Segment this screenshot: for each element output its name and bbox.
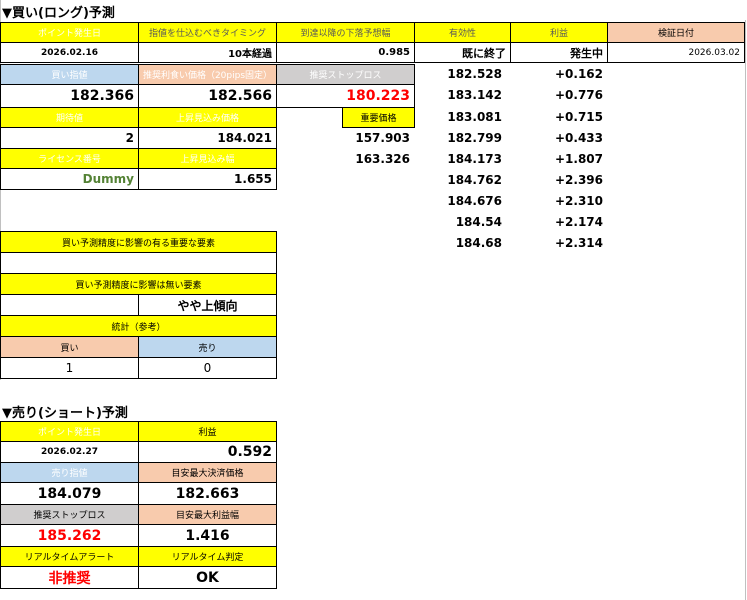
long-timing-label: 指値を仕込むべきタイミング: [138, 22, 277, 43]
short-judge-label: リアルタイム判定: [138, 546, 277, 567]
long-important-price-1: 157.903: [355, 131, 410, 145]
long-expected-label: 期待値: [0, 107, 139, 128]
long-important-price-2: 163.326: [355, 152, 410, 166]
verify-profit-8: +2.174: [554, 215, 603, 229]
long-after-reach-label: 到達以降の下落予想幅: [276, 22, 415, 43]
short-section-title: ▼売り(ショート)予測: [2, 406, 128, 421]
short-point-date-label: ポイント発生日: [0, 421, 139, 442]
short-alert: 非推奨: [0, 566, 139, 589]
long-rec-take-profit: 182.566: [138, 84, 277, 108]
long-timing: 10本経過: [138, 42, 277, 63]
short-alert-label: リアルタイムアラート: [0, 546, 139, 567]
verify-profit-5: +1.807: [554, 152, 603, 166]
verify-price-4: 182.799: [447, 131, 502, 145]
long-license-label: ライセンス番号: [0, 148, 139, 169]
short-profit: 0.592: [138, 441, 277, 463]
verify-profit-2: +0.776: [554, 88, 603, 102]
factors-important-value: [0, 252, 277, 274]
short-profit-label: 利益: [138, 421, 277, 442]
long-buy-limit-label: 買い指値: [0, 64, 139, 85]
long-important-price-label: 重要価格: [342, 107, 415, 128]
verify-profit-6: +2.396: [554, 173, 603, 187]
long-section-title: ▼買い(ロング)予測: [2, 6, 115, 21]
short-rec-stop-label: 推奨ストップロス: [0, 504, 139, 525]
long-rise-price-label: 上昇見込み価格: [138, 107, 277, 128]
long-rise-width: 1.655: [138, 168, 277, 190]
long-valid-label: 有効性: [414, 22, 511, 43]
verify-price-8: 184.54: [455, 215, 502, 229]
factors-important-label: 買い予測精度に影響の有る重要な要素: [0, 231, 277, 253]
long-expected: 2: [0, 127, 139, 149]
factors-minor-label: 買い予測精度に影響は無い要素: [0, 273, 277, 295]
long-rec-take-profit-label: 推奨利食い価格（20pips固定）: [138, 64, 277, 85]
short-sell-limit-label: 売り指値: [0, 462, 139, 483]
verify-profit-3: +0.715: [554, 110, 603, 124]
short-rec-stop: 185.262: [0, 524, 139, 547]
verify-profit-1: +0.162: [554, 67, 603, 81]
verify-profit-9: +2.314: [554, 236, 603, 250]
verify-price-2: 183.142: [447, 88, 502, 102]
stats-sell-label: 売り: [138, 336, 277, 358]
long-verify-date-label: 検証日付: [607, 22, 745, 43]
short-target-exit: 182.663: [138, 482, 277, 505]
long-after-reach: 0.985: [276, 42, 415, 63]
short-sell-limit: 184.079: [0, 482, 139, 505]
verify-price-9: 184.68: [455, 236, 502, 250]
verify-price-1: 182.528: [447, 67, 502, 81]
factors-minor-empty: [0, 294, 139, 316]
long-valid: 既に終了: [414, 42, 511, 63]
long-verify-date: 2026.03.02: [607, 42, 745, 63]
verify-price-6: 184.762: [447, 173, 502, 187]
long-point-date: 2026.02.16: [0, 42, 139, 63]
long-rec-stop-label: 推奨ストップロス: [276, 64, 415, 85]
verify-profit-7: +2.310: [554, 194, 603, 208]
long-rec-stop: 180.223: [276, 84, 415, 108]
verify-profit-4: +0.433: [554, 131, 603, 145]
long-buy-limit: 182.366: [0, 84, 139, 108]
long-rise-width-label: 上昇見込み幅: [138, 148, 277, 169]
long-rise-price: 184.021: [138, 127, 277, 149]
factors-minor-value: やや上傾向: [138, 294, 277, 316]
verify-price-5: 184.173: [447, 152, 502, 166]
stats-buy-label: 買い: [0, 336, 139, 358]
stats-sell-value: 0: [138, 357, 277, 379]
long-profit-label: 利益: [510, 22, 608, 43]
verify-price-7: 184.676: [447, 194, 502, 208]
verify-price-3: 183.081: [447, 110, 502, 124]
stats-label: 統計（参考）: [0, 315, 277, 337]
long-point-date-label: ポイント発生日: [0, 22, 139, 43]
short-point-date: 2026.02.27: [0, 441, 139, 463]
long-profit: 発生中: [510, 42, 608, 63]
grid-line: [745, 20, 746, 600]
stats-buy-value: 1: [0, 357, 139, 379]
short-target-profit-width-label: 目安最大利益幅: [138, 504, 277, 525]
short-target-exit-label: 目安最大決済価格: [138, 462, 277, 483]
short-judge: OK: [138, 566, 277, 589]
long-license: Dummy: [0, 168, 139, 190]
short-target-profit-width: 1.416: [138, 524, 277, 547]
